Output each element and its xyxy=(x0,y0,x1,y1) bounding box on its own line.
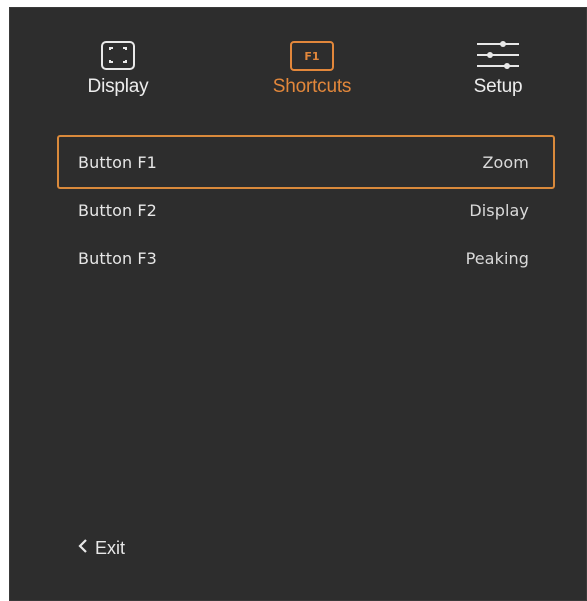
tab-setup-label: Setup xyxy=(473,76,523,97)
exit-label: Exit xyxy=(95,538,126,558)
tab-display[interactable]: Display xyxy=(68,38,168,98)
f1-key-icon-text: F1 xyxy=(290,41,334,71)
tab-shortcuts-label: Shortcuts xyxy=(272,76,352,97)
shortcuts-menu-panel: Display F1 Shortcuts Setup Button F1 Zoo… xyxy=(9,7,587,601)
tab-shortcuts[interactable]: F1 Shortcuts xyxy=(257,38,367,98)
shortcut-row-label: Button F1 xyxy=(78,152,157,172)
exit-button[interactable]: Exit xyxy=(77,538,125,559)
tab-display-label: Display xyxy=(87,76,149,97)
shortcut-row-button-f1[interactable]: Button F1 Zoom xyxy=(57,135,555,189)
sliders-icon xyxy=(474,38,522,74)
shortcut-row-value: Display xyxy=(469,200,529,220)
shortcut-row-value: Peaking xyxy=(465,248,529,268)
menu-tabs: Display F1 Shortcuts Setup xyxy=(10,8,586,128)
shortcut-list: Button F1 Zoom Button F2 Display Button … xyxy=(57,135,555,279)
f1-key-icon: F1 xyxy=(290,38,334,74)
tab-setup[interactable]: Setup xyxy=(448,38,548,98)
chevron-left-icon xyxy=(77,538,89,559)
shortcut-row-label: Button F3 xyxy=(78,248,157,268)
shortcut-row-value: Zoom xyxy=(482,152,529,172)
shortcut-row-button-f2[interactable]: Button F2 Display xyxy=(57,183,555,237)
focus-frame-icon xyxy=(97,38,139,74)
shortcut-row-button-f3[interactable]: Button F3 Peaking xyxy=(57,231,555,285)
shortcut-row-label: Button F2 xyxy=(78,200,157,220)
